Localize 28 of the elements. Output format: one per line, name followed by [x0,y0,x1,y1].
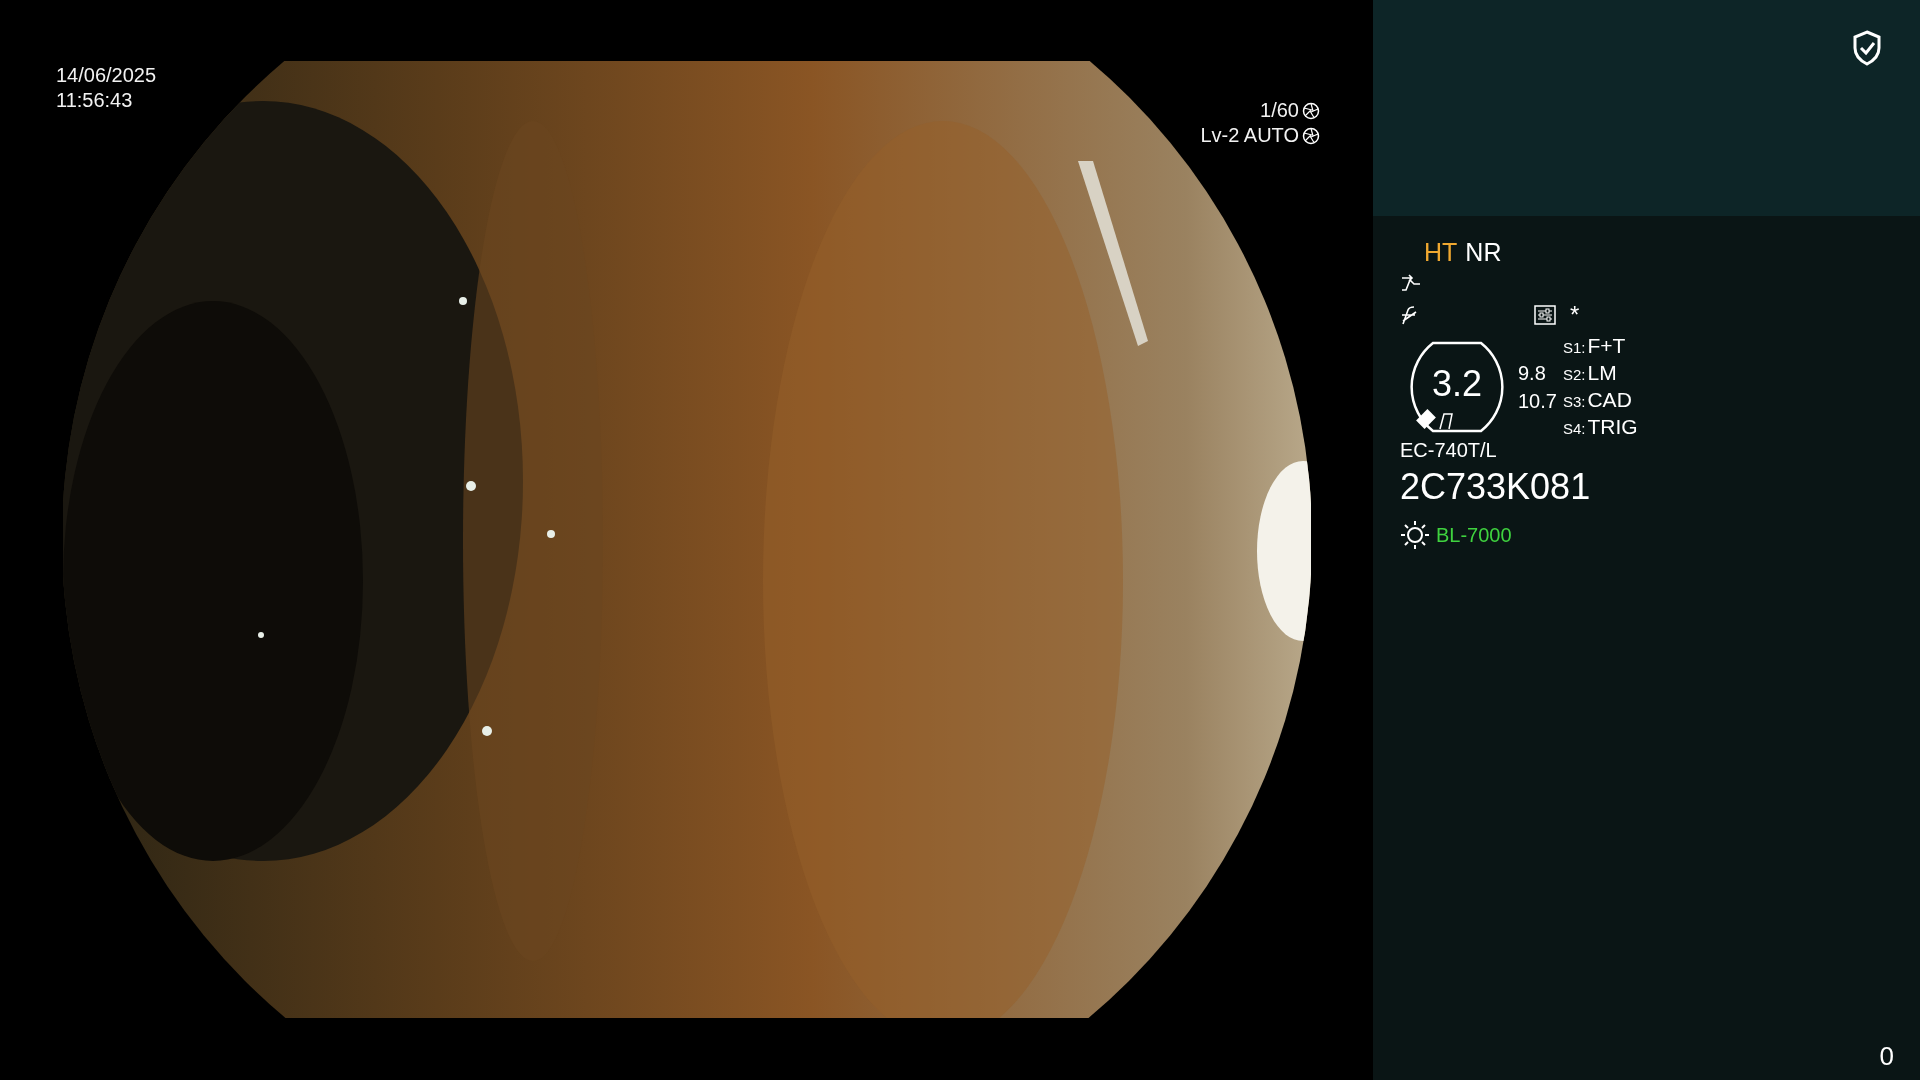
gauge-value: 3.2 [1430,363,1483,405]
mode-label: NR [1465,238,1502,267]
sliders-icon [1534,305,1556,325]
switch-key: S1: [1562,335,1586,360]
light-source-text: BL-7000 [1436,523,1512,547]
switch-function: F+T [1587,333,1626,358]
curve-arrow-icon [1400,274,1422,292]
time-text: 11:56:43 [56,88,133,113]
counter-text: 0 [1879,1041,1894,1072]
switch-key: S4: [1562,416,1586,441]
exposure-mode-text: Lv-2 AUTO [1200,123,1299,148]
lamp-icon [1400,520,1430,550]
switch-function: TRIG [1587,414,1638,439]
reading-text: 10.7 [1518,389,1557,414]
switch-key: S2: [1562,362,1586,387]
switch-function: CAD [1587,387,1632,412]
iris-icon [1302,126,1320,145]
serial-number-text: 2C733K081 [1400,466,1592,508]
shutter-icon [1302,101,1320,120]
asterisk-mark: * [1570,301,1580,329]
mode-label: HT [1424,238,1458,267]
date-text: 14/06/2025 [56,63,157,88]
switch-key: S3: [1562,389,1586,414]
reading-text: 9.8 [1518,361,1547,386]
scope-model-text: EC-740T/L [1400,439,1498,462]
switch-function: LM [1587,360,1617,385]
shutter-speed-text: 1/60 [1260,98,1299,123]
shield-check-icon [1852,30,1882,66]
